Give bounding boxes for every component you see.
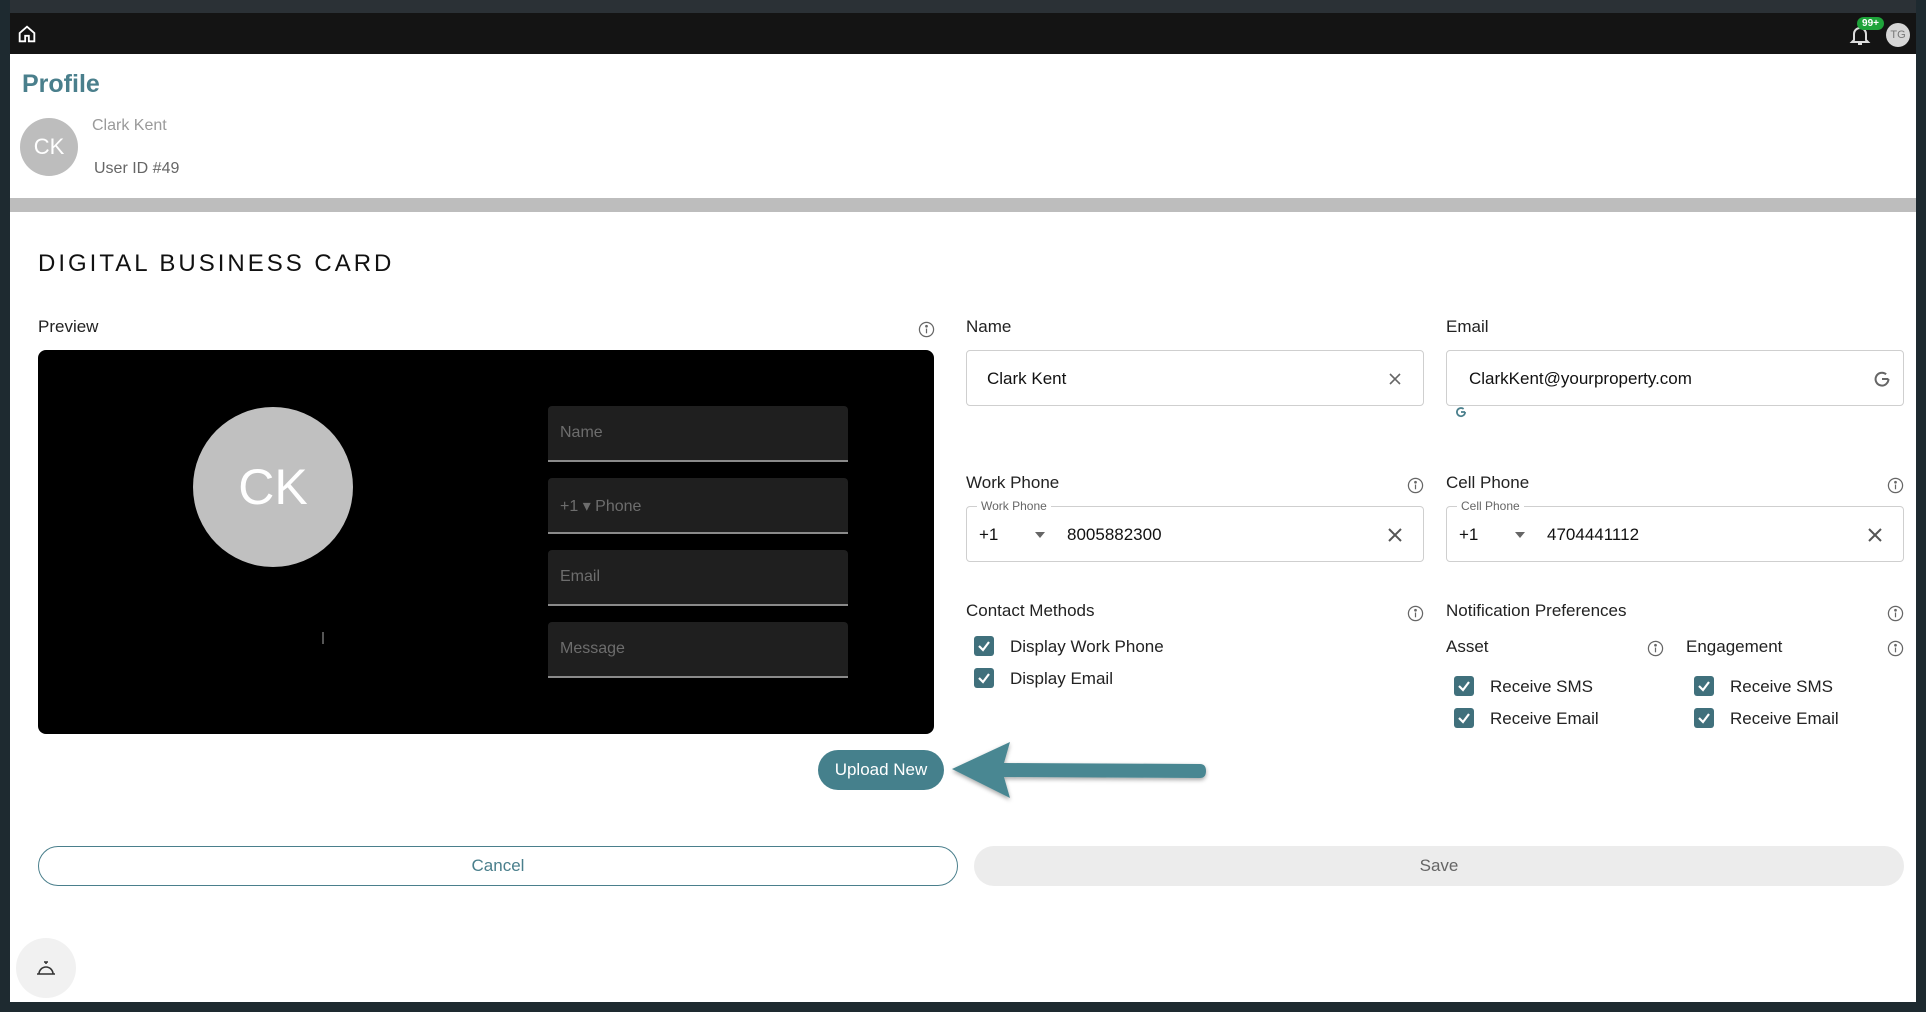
engagement-receive-sms-label: Receive SMS [1730,677,1833,696]
asset-receive-email-label: Receive Email [1490,709,1599,728]
page-title: Profile [22,70,100,98]
work-phone-legend: Work Phone [977,499,1051,513]
work-phone-country-code[interactable]: +1 [979,525,998,545]
concierge-bell-button[interactable] [16,938,76,998]
preview-phone-field: +1 ▾ Phone [548,478,848,534]
email-label: Email [1446,317,1489,336]
display-work-phone-checkbox[interactable] [974,636,994,656]
arrow-pointer-icon [952,742,1206,798]
info-icon[interactable] [1407,477,1424,494]
engagement-receive-email-label: Receive Email [1730,709,1839,728]
asset-receive-sms-checkbox[interactable] [1454,676,1474,696]
display-email-checkbox[interactable] [974,668,994,688]
chevron-down-icon[interactable] [1515,532,1525,538]
browser-tabstrip [10,0,1916,13]
engagement-receive-email-checkbox[interactable] [1694,708,1714,728]
engagement-receive-sms-checkbox[interactable] [1694,676,1714,696]
cell-phone-legend: Cell Phone [1457,499,1524,513]
clear-icon[interactable] [1385,369,1405,389]
preview-message-field: Message [548,622,848,678]
profile-name: Clark Kent [92,117,167,134]
profile-user-id: User ID #49 [94,160,180,177]
cell-phone-value: 4704441112 [1547,525,1640,544]
display-email-label: Display Email [1010,669,1113,688]
google-small-icon [1456,407,1466,418]
cell-phone-field[interactable]: Cell Phone +1 4704441112 [1446,499,1904,562]
card-preview: CK Name +1 ▾ Phone Email Message [38,350,934,734]
preview-email-field: Email [548,550,848,606]
preview-text-caret [322,632,324,644]
work-phone-field[interactable]: Work Phone +1 8005882300 [966,499,1424,562]
divider-band [10,198,1916,212]
info-icon[interactable] [1887,605,1904,622]
cell-phone-country-code[interactable]: +1 [1459,525,1478,545]
info-icon[interactable] [1887,477,1904,494]
google-icon [1874,371,1890,387]
info-icon[interactable] [1407,605,1424,622]
save-button[interactable]: Save [974,846,1904,886]
section-title: DIGITAL BUSINESS CARD [38,250,395,277]
asset-receive-email-checkbox[interactable] [1454,708,1474,728]
home-icon[interactable] [16,23,38,45]
upload-new-button[interactable]: Upload New [818,750,944,790]
engagement-label: Engagement [1686,637,1783,656]
info-icon[interactable] [1647,640,1664,657]
email-value: ClarkKent@yourproperty.com [1469,369,1692,388]
name-value: Clark Kent [987,369,1067,388]
service-bell-icon [37,961,55,975]
name-label: Name [966,317,1012,336]
notification-badge: 99+ [1857,17,1884,30]
work-phone-value: 8005882300 [1067,525,1162,544]
cancel-button[interactable]: Cancel [38,846,958,886]
email-field[interactable]: ClarkKent@yourproperty.com [1446,350,1904,406]
asset-receive-sms-label: Receive SMS [1490,677,1593,696]
app-frame: 99+ TG Profile CK Clark Kent User ID #49… [10,0,1916,1002]
cell-phone-label: Cell Phone [1446,473,1530,492]
top-bar: 99+ TG [10,13,1916,54]
info-icon[interactable] [1887,640,1904,657]
preview-name-field: Name [548,406,848,462]
notification-preferences-label: Notification Preferences [1446,601,1627,620]
work-phone-label: Work Phone [966,473,1060,492]
user-avatar[interactable]: TG [1886,23,1910,47]
chevron-down-icon[interactable] [1035,532,1045,538]
clear-icon[interactable] [1865,525,1885,545]
name-field[interactable]: Clark Kent [966,350,1424,406]
profile-avatar: CK [20,118,78,176]
contact-methods-label: Contact Methods [966,601,1095,620]
display-work-phone-label: Display Work Phone [1010,637,1164,656]
preview-avatar: CK [193,407,353,567]
clear-icon[interactable] [1385,525,1405,545]
info-icon[interactable] [918,321,935,338]
asset-label: Asset [1446,637,1489,656]
preview-label: Preview [38,317,99,336]
